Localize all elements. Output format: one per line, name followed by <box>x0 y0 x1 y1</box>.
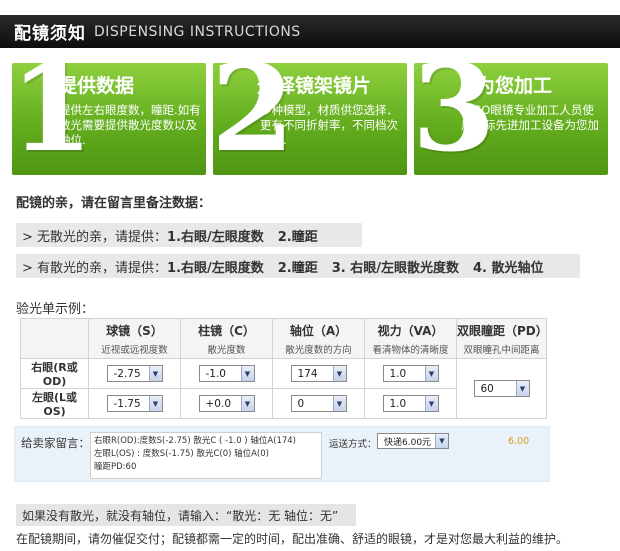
page-header: 配镜须知 DISPENSING INSTRUCTIONS <box>0 15 620 48</box>
header-pupillary-distance: 双眼瞳距（PD） 双眼瞳孔中间距离 <box>456 318 548 359</box>
header-cylinder: 柱镜（C） 散光度数 <box>180 318 273 359</box>
step-title: 为您加工 <box>476 75 553 97</box>
chevron-down-icon: ▼ <box>240 396 254 411</box>
seller-message-panel: 给卖家留言： 右眼R(OD):度数S(-2.75) 散光C ( -1.0 ) 轴… <box>14 426 550 482</box>
step-3-card: 3 为您加工 RIGO眼镜专业加工人员使用国际先进加工设备为您加工. <box>414 63 608 175</box>
step-1-card: 1 提供数据 提供左右眼度数，瞳距.如有散光需要提供散光度数以及轴位. <box>12 63 206 175</box>
example-title: 验光单示例： <box>16 302 95 317</box>
chevron-down-icon: ▼ <box>424 396 438 411</box>
chevron-down-icon: ▼ <box>424 366 438 381</box>
header-title: 配镜须知 <box>14 24 86 44</box>
va-select-left[interactable]: 1.0 ▼ <box>382 395 439 412</box>
step-description: RIGO眼镜专业加工人员使用国际先进加工设备为您加工. <box>461 103 599 147</box>
cylinder-select-left[interactable]: +0.0 ▼ <box>198 395 255 412</box>
step-description: 提供左右眼度数，瞳距.如有散光需要提供散光度数以及轴位. <box>59 103 201 147</box>
chevron-down-icon: ▼ <box>515 381 529 396</box>
header-sphere: 球镜（S） 近视或远视度数 <box>88 318 181 359</box>
chevron-down-icon: ▼ <box>435 434 448 448</box>
shipping-select[interactable]: 快递6.00元 ▼ <box>377 433 449 449</box>
requirement-no-astigmatism: > 无散光的亲，请提供： 1.右眼/左眼度数 2.瞳距 <box>16 223 362 247</box>
table-corner <box>20 318 89 359</box>
requirement-item: 4. 散光轴位 <box>473 260 544 276</box>
requirement-item: 1.右眼/左眼度数 <box>167 260 264 276</box>
chevron-down-icon: ▼ <box>332 366 346 381</box>
steps-banner: 1 提供数据 提供左右眼度数，瞳距.如有散光需要提供散光度数以及轴位. 2 选择… <box>12 63 608 175</box>
chevron-down-icon: ▼ <box>240 366 254 381</box>
prescription-table: 球镜（S） 近视或远视度数 柱镜（C） 散光度数 轴位（A） 散光度数的方向 视… <box>20 318 548 419</box>
requirement-prefix: > 有散光的亲，请提供： <box>22 260 168 276</box>
requirement-item: 1.右眼/左眼度数 <box>167 229 264 245</box>
step-title: 提供数据 <box>58 75 135 97</box>
message-textarea[interactable]: 右眼R(OD):度数S(-2.75) 散光C ( -1.0 ) 轴位A(174)… <box>90 432 322 479</box>
chevron-down-icon: ▼ <box>332 396 346 411</box>
shipping-label: 运送方式： <box>329 439 377 450</box>
section-title: 配镜的亲，请在留言里备注数据： <box>16 196 212 211</box>
shipping-price: 6.00 <box>508 436 530 447</box>
step-2-card: 2 选择镜架镜片 多种模型，材质供您选择．更有不同折射率，不同档次镜片. <box>213 63 407 175</box>
axis-select-right[interactable]: 174 ▼ <box>290 365 347 382</box>
chevron-down-icon: ▼ <box>148 366 162 381</box>
row-label-right-eye: 右眼(R或OD) <box>20 358 89 389</box>
cylinder-select-right[interactable]: -1.0 ▼ <box>198 365 255 382</box>
requirement-item: 2.瞳距 <box>277 260 318 276</box>
header-subtitle: DISPENSING INSTRUCTIONS <box>94 23 301 40</box>
requirement-astigmatism: > 有散光的亲，请提供： 1.右眼/左眼度数 2.瞳距 3. 右眼/左眼散光度数… <box>16 254 580 278</box>
requirement-item: 3. 右眼/左眼散光度数 <box>331 260 460 276</box>
requirement-prefix: > 无散光的亲，请提供： <box>22 229 168 245</box>
step-description: 多种模型，材质供您选择．更有不同折射率，不同档次镜片. <box>260 103 398 147</box>
header-visual-acuity: 视力（VA） 看清物体的清晰度 <box>364 318 457 359</box>
bottom-notice: 在配镜期间，请勿催促交付；配镜都需一定的时间，配出准确、舒适的眼镜，才是对您最大… <box>16 532 569 546</box>
va-select-right[interactable]: 1.0 ▼ <box>382 365 439 382</box>
axis-select-left[interactable]: 0 ▼ <box>290 395 347 412</box>
sphere-select-left[interactable]: -1.75 ▼ <box>106 395 163 412</box>
step-title: 选择镜架镜片 <box>257 75 372 97</box>
row-label-left-eye: 左眼(L或OS) <box>20 388 89 419</box>
requirement-item: 2.瞳距 <box>277 229 318 245</box>
message-label: 给卖家留言： <box>21 436 90 450</box>
header-axis: 轴位（A） 散光度数的方向 <box>272 318 365 359</box>
no-astigmatism-note: 如果没有散光，就没有轴位，请输入：“散光：无 轴位：无” <box>16 504 356 526</box>
chevron-down-icon: ▼ <box>148 396 162 411</box>
pd-select[interactable]: 60 ▼ <box>473 380 530 397</box>
sphere-select-right[interactable]: -2.75 ▼ <box>106 365 163 382</box>
